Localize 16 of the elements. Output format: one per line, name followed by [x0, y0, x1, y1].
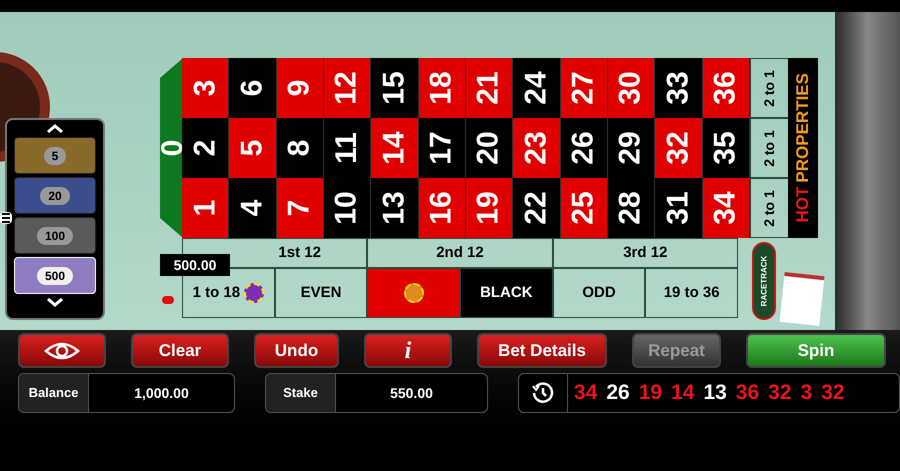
- history-number: 26: [606, 380, 630, 406]
- history-number: 34: [574, 380, 598, 406]
- balance-value: 1,000.00: [133, 384, 190, 402]
- stake-label: Stake: [266, 374, 336, 412]
- balance-label: Balance: [19, 374, 89, 412]
- stake-value: 550.00: [389, 384, 434, 402]
- history-number: 13: [703, 380, 727, 406]
- bet-amount-tooltip: 500.00: [160, 254, 230, 276]
- history-number: 32: [821, 380, 845, 406]
- history-number: 36: [736, 380, 760, 406]
- history-number: 32: [768, 380, 792, 406]
- banner-word: PROPERTIES: [792, 73, 814, 183]
- banner-word: HOT: [792, 186, 814, 223]
- history-number: 3: [800, 380, 812, 406]
- history-number: 14: [671, 380, 694, 406]
- history-number: 19: [638, 380, 662, 406]
